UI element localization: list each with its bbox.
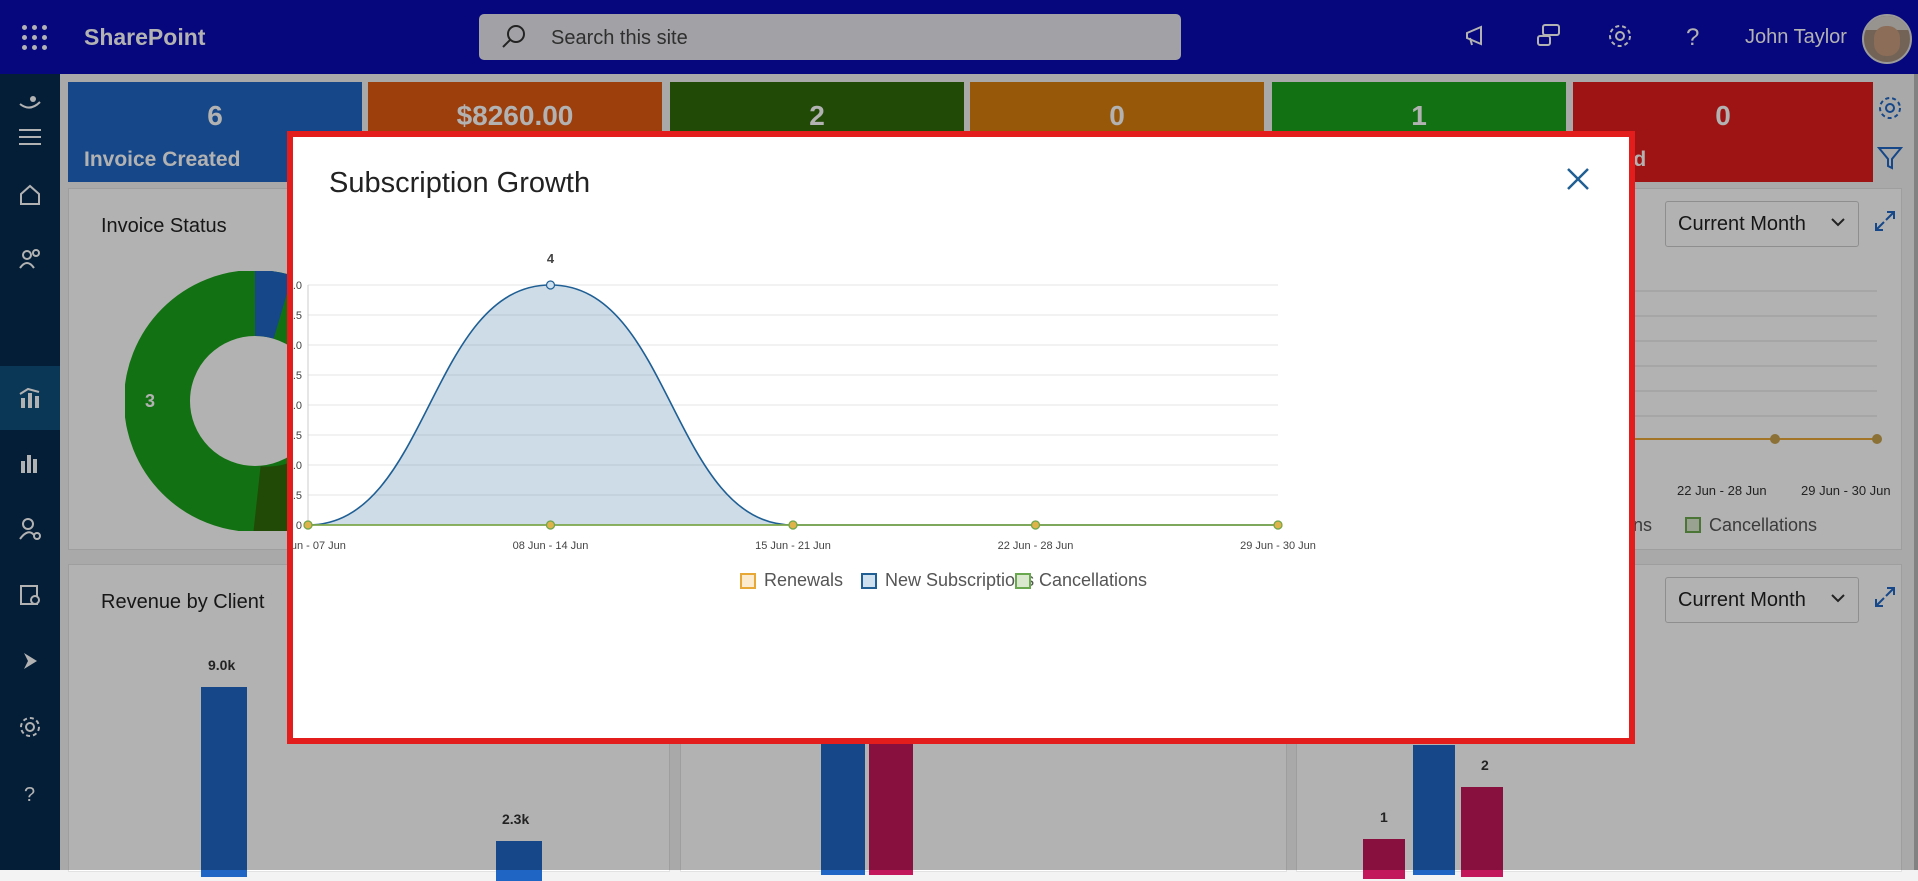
y-tick-label: 2.0 <box>293 400 302 412</box>
data-point <box>545 280 556 290</box>
legend-label: Cancellations <box>1039 570 1148 590</box>
legend-item[interactable]: Renewals <box>740 570 843 591</box>
legend-swatch <box>1015 573 1031 589</box>
legend-item[interactable]: New Subscriptions <box>861 570 1034 591</box>
legend-label: Renewals <box>764 570 844 590</box>
data-point <box>1273 520 1283 530</box>
data-label: 4 <box>547 251 555 266</box>
legend-item[interactable]: Cancellations <box>1015 570 1147 591</box>
y-tick-label: 3.5 <box>293 310 302 322</box>
x-tick-label: 15 Jun - 21 Jun <box>755 540 831 552</box>
y-tick-label: 3.0 <box>293 340 302 352</box>
y-tick-label: 1.0 <box>293 460 302 472</box>
x-tick-label: 29 Jun - 30 Jun <box>1240 540 1316 552</box>
y-tick-label: 1.5 <box>293 430 302 442</box>
x-tick-label: 08 Jun - 14 Jun <box>513 540 589 552</box>
y-tick-label: 4.0 <box>293 280 302 292</box>
x-tick-label: 22 Jun - 28 Jun <box>998 540 1074 552</box>
y-tick-label: 0.5 <box>293 490 302 502</box>
data-point <box>1030 520 1041 530</box>
legend-swatch <box>861 573 877 589</box>
data-point <box>545 520 556 530</box>
legend-swatch <box>740 573 756 589</box>
data-point <box>303 520 313 530</box>
legend-label: New Subscriptions <box>885 570 1035 590</box>
x-tick-label: 01 Jun - 07 Jun <box>293 540 346 552</box>
subscription-growth-chart: 0 0.5 1.0 1.5 2.0 2.5 3.0 3.5 4.0 01 Jun - 07 Jun… <box>293 251 1316 552</box>
y-tick-label: 2.5 <box>293 370 302 382</box>
y-tick-label: 0 <box>296 520 302 532</box>
data-point <box>788 520 798 530</box>
subscription-growth-modal: Subscription Growth 00.51.01.52.02.53.03… <box>287 131 1635 744</box>
